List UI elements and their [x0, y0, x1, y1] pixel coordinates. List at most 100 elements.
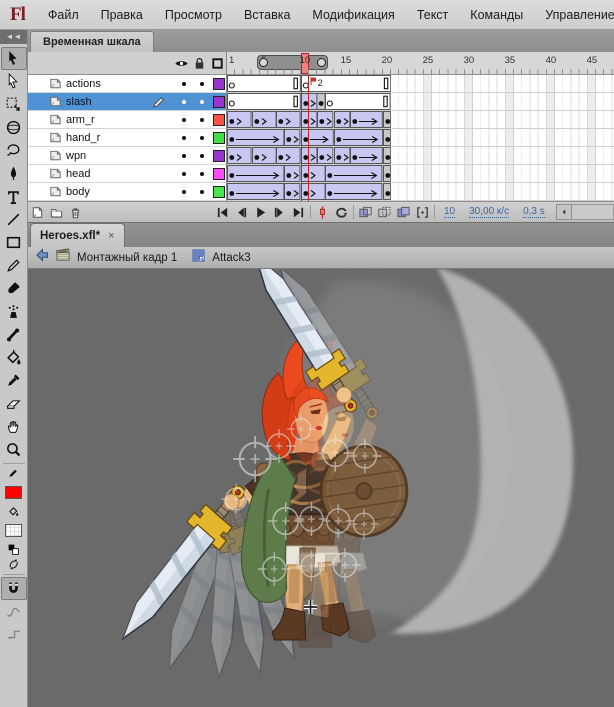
tween-span[interactable]: [227, 147, 252, 164]
bone-tool[interactable]: [1, 323, 27, 346]
layer-row-body[interactable]: body: [28, 183, 226, 201]
frames-row-hand_r[interactable]: [227, 129, 614, 147]
swap-colors-button[interactable]: [1, 557, 27, 572]
tween-span[interactable]: [227, 183, 285, 200]
layer-visibility-dot[interactable]: [182, 100, 186, 104]
stroke-color-swatch[interactable]: [1, 481, 27, 504]
empty-frame-span[interactable]: [227, 93, 301, 110]
selection-tool[interactable]: [0, 47, 27, 70]
rotation-3d-tool[interactable]: [1, 116, 27, 139]
text-tool[interactable]: [1, 185, 27, 208]
layer-row-head[interactable]: head: [28, 165, 226, 183]
layer-lock-dot[interactable]: [200, 118, 204, 122]
goto-first-frame-button[interactable]: [213, 203, 232, 221]
collapse-panel-button[interactable]: ◄◄: [0, 30, 27, 44]
layer-visibility-dot[interactable]: [182, 154, 186, 158]
layer-row-slash[interactable]: slash: [28, 93, 226, 111]
timeline-panel-tab[interactable]: Временная шкала: [30, 31, 154, 52]
menu-item-8[interactable]: Управление: [534, 8, 614, 22]
layer-row-arm_r[interactable]: arm_r: [28, 111, 226, 129]
layer-outline-color-swatch[interactable]: [213, 114, 225, 126]
tween-span[interactable]: [300, 183, 326, 200]
frame-ruler[interactable]: 151015202530354045: [227, 52, 614, 74]
tween-span[interactable]: [325, 183, 383, 200]
empty-frame-span[interactable]: [227, 75, 301, 92]
visibility-icon[interactable]: [174, 56, 189, 76]
pencil-tool[interactable]: [1, 254, 27, 277]
layer-lock-dot[interactable]: [200, 82, 204, 86]
stage-canvas[interactable]: [28, 269, 614, 707]
tween-span[interactable]: [350, 147, 383, 164]
menu-item-5[interactable]: Модификация: [301, 8, 405, 22]
new-folder-button[interactable]: [47, 203, 66, 221]
paint-bucket-tool[interactable]: [1, 346, 27, 369]
layer-lock-dot[interactable]: [200, 100, 204, 104]
menu-item-3[interactable]: Просмотр: [154, 8, 233, 22]
frames-row-wpn[interactable]: [227, 147, 614, 165]
layer-visibility-dot[interactable]: [182, 190, 186, 194]
empty-frame-span[interactable]: [325, 93, 391, 110]
layer-outline-color-swatch[interactable]: [213, 168, 225, 180]
layer-outline-color-swatch[interactable]: [213, 78, 225, 90]
back-arrow-icon[interactable]: [34, 247, 50, 268]
stroke-color-icon[interactable]: [1, 466, 27, 481]
free-transform-tool[interactable]: [1, 93, 27, 116]
labeled-frame-span[interactable]: 2: [300, 75, 391, 92]
fill-color-swatch[interactable]: [1, 519, 27, 542]
edit-multiple-frames-button[interactable]: [394, 203, 413, 221]
new-layer-button[interactable]: [28, 203, 47, 221]
layer-name[interactable]: head: [66, 168, 90, 180]
layer-visibility-dot[interactable]: [182, 136, 186, 140]
tween-span[interactable]: [284, 165, 301, 182]
outline-icon[interactable]: [210, 56, 225, 76]
layer-row-wpn[interactable]: wpn: [28, 147, 226, 165]
lasso-tool[interactable]: [1, 139, 27, 162]
layer-name[interactable]: wpn: [66, 150, 86, 162]
tween-span[interactable]: [350, 111, 383, 128]
layer-lock-dot[interactable]: [200, 190, 204, 194]
breadcrumb-scene[interactable]: Монтажный кадр 1: [77, 252, 177, 264]
goto-last-frame-button[interactable]: [289, 203, 308, 221]
layer-row-hand_r[interactable]: hand_r: [28, 129, 226, 147]
layer-lock-dot[interactable]: [200, 172, 204, 176]
current-frame-indicator[interactable]: 10: [444, 206, 456, 218]
close-tab-icon[interactable]: ×: [108, 230, 114, 242]
subselection-tool[interactable]: [1, 70, 27, 93]
layer-name[interactable]: actions: [66, 78, 101, 90]
line-tool[interactable]: [1, 208, 27, 231]
layer-name[interactable]: body: [66, 186, 90, 198]
menu-item-1[interactable]: Файл: [37, 8, 90, 22]
loop-button[interactable]: [332, 203, 351, 221]
tween-span[interactable]: [300, 129, 334, 146]
end-keyframe[interactable]: [382, 165, 391, 182]
frames-row-actions[interactable]: 2: [227, 75, 614, 93]
rectangle-tool[interactable]: [1, 231, 27, 254]
onion-skin-outlines-button[interactable]: [375, 203, 394, 221]
tween-span[interactable]: [300, 165, 326, 182]
frames-row-arm_r[interactable]: [227, 111, 614, 129]
end-keyframe[interactable]: [382, 129, 391, 146]
elapsed-time-indicator[interactable]: 0,3 s: [523, 206, 545, 218]
tween-span[interactable]: [333, 111, 350, 128]
frames-row-body[interactable]: [227, 183, 614, 201]
tween-span[interactable]: [317, 111, 334, 128]
smooth-button[interactable]: [1, 600, 27, 623]
frame-rate-indicator[interactable]: 30,00 к/с: [469, 206, 510, 218]
layer-outline-color-swatch[interactable]: [213, 96, 225, 108]
frames-grid[interactable]: 2: [227, 75, 614, 201]
end-keyframe[interactable]: [382, 147, 391, 164]
eyedropper-tool[interactable]: [1, 369, 27, 392]
tween-span[interactable]: [325, 165, 383, 182]
layer-row-actions[interactable]: actions: [28, 75, 226, 93]
menu-item-7[interactable]: Команды: [459, 8, 534, 22]
straighten-button[interactable]: [1, 623, 27, 646]
eraser-tool[interactable]: [1, 392, 27, 415]
tween-span[interactable]: [276, 111, 301, 128]
end-keyframe[interactable]: [382, 111, 391, 128]
step-back-button[interactable]: [232, 203, 251, 221]
frames-row-slash[interactable]: [227, 93, 614, 111]
menu-item-4[interactable]: Вставка: [233, 8, 301, 22]
onion-end-handle[interactable]: [316, 58, 326, 67]
tween-span[interactable]: [300, 147, 318, 164]
step-forward-button[interactable]: [270, 203, 289, 221]
